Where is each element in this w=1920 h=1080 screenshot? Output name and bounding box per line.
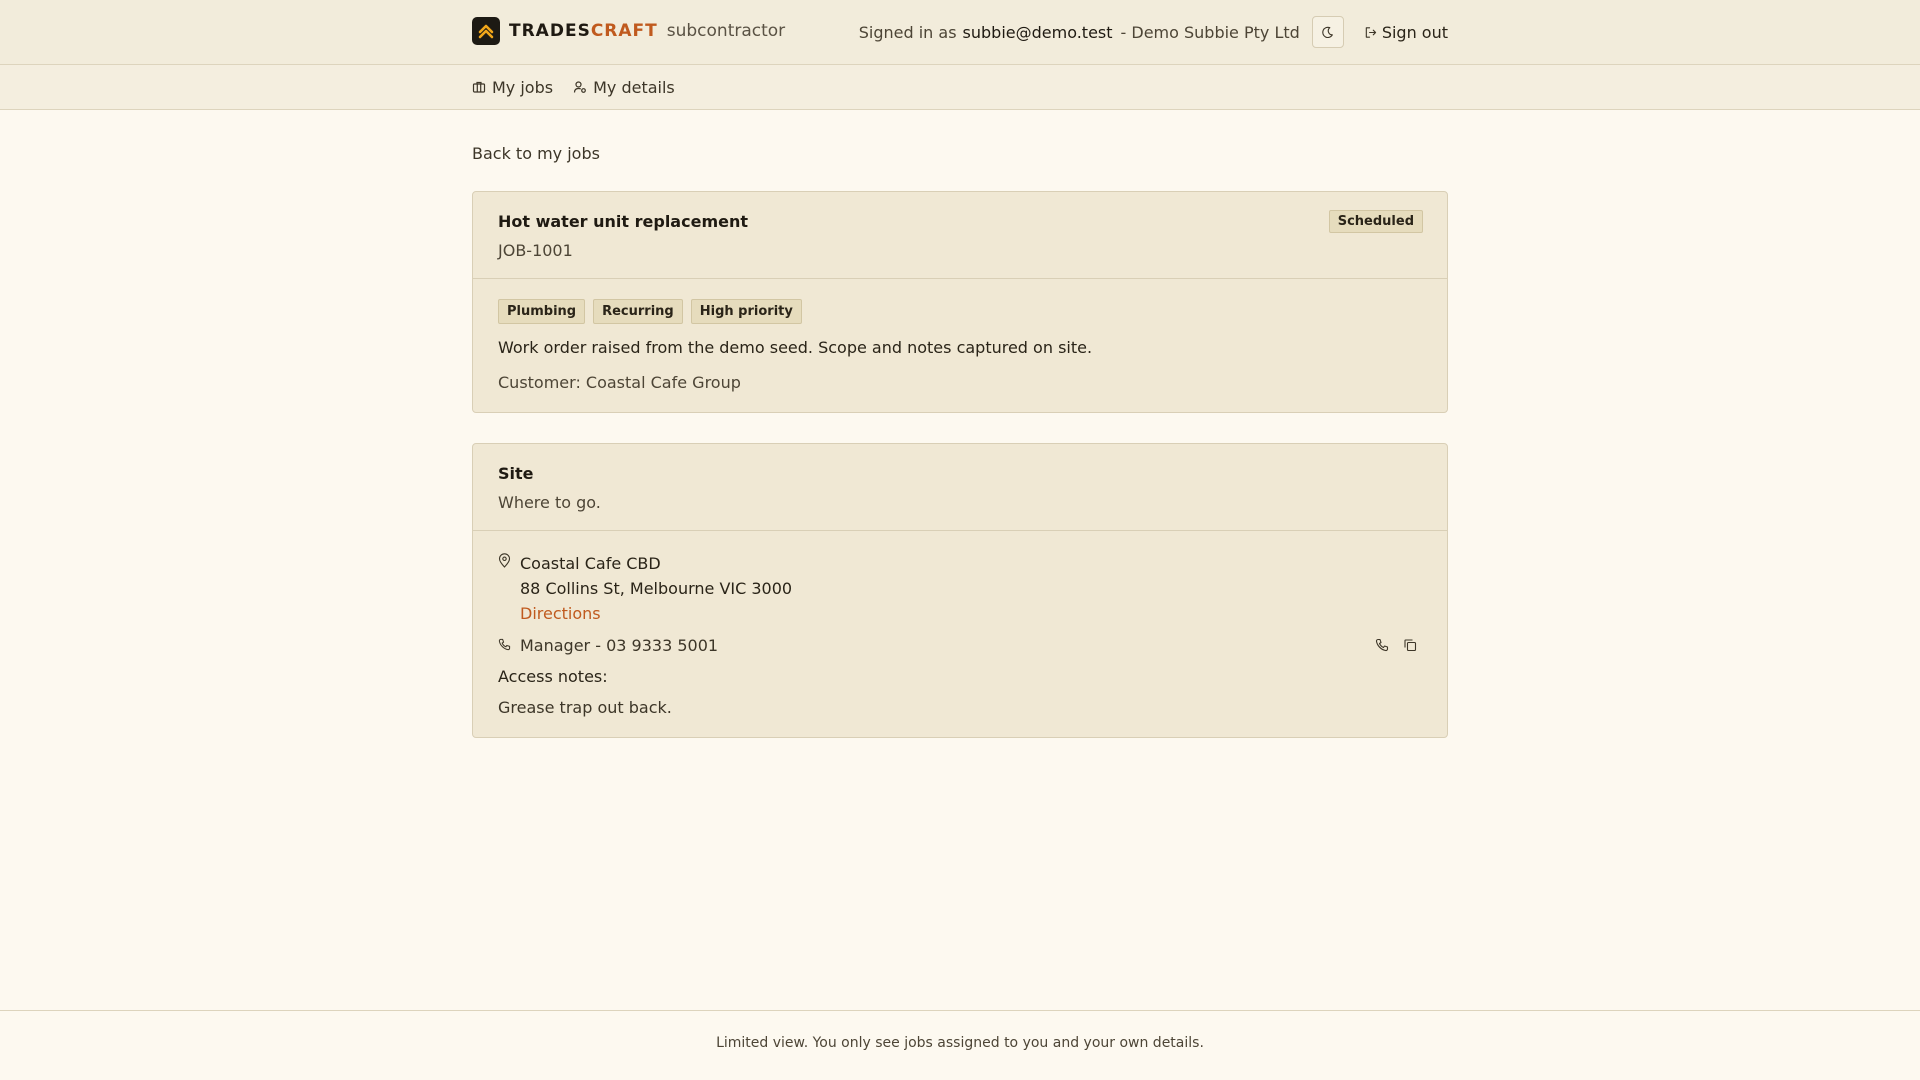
status-badge: Scheduled — [1328, 210, 1423, 233]
address-lines: Coastal Cafe CBD 88 Collins St, Melbourn… — [520, 551, 792, 626]
job-customer: Customer: Coastal Cafe Group — [498, 373, 741, 392]
job-id: JOB-1001 — [498, 241, 573, 260]
tag-high-priority: High priority — [690, 299, 802, 324]
phone-icon — [1375, 638, 1389, 652]
site-card: Site Where to go. Coastal Cafe CBD 88 Co… — [472, 443, 1448, 738]
nav-item-my-details[interactable]: My details — [573, 78, 675, 97]
site-contact-row: Manager - 03 9333 5001 — [498, 636, 1423, 655]
brand[interactable]: TRADESCRAFT subcontractor — [472, 17, 785, 45]
site-subtitle: Where to go. — [498, 493, 601, 512]
site-address: Coastal Cafe CBD 88 Collins St, Melbourn… — [498, 551, 1423, 626]
phone-icon — [498, 636, 520, 655]
site-card-body: Coastal Cafe CBD 88 Collins St, Melbourn… — [473, 531, 1447, 737]
user-email: subbie@demo.test — [962, 22, 1113, 42]
job-description: Work order raised from the demo seed. Sc… — [498, 338, 1093, 357]
sign-out-icon — [1365, 26, 1376, 38]
contact-actions — [1361, 638, 1417, 652]
site-title: Site — [498, 464, 534, 483]
theme-toggle-button[interactable] — [1311, 16, 1344, 48]
site-street-address: 88 Collins St, Melbourne VIC 3000 — [520, 579, 793, 598]
signed-in-label: Signed in as — [858, 22, 957, 42]
directions-link[interactable]: Directions — [520, 601, 792, 626]
copy-button[interactable] — [1403, 638, 1417, 652]
map-pin-icon — [498, 551, 520, 626]
access-notes-text: Grease trap out back. — [498, 698, 672, 717]
briefcase-icon — [472, 81, 486, 93]
nav-item-label: My jobs — [492, 77, 554, 97]
user-gear-icon — [573, 81, 586, 93]
site-card-header: Site Where to go. — [473, 444, 1447, 531]
access-notes-label: Access notes: — [498, 667, 608, 686]
moon-icon — [1322, 26, 1334, 38]
user-box: Signed in as subbie@demo.test - Demo Sub… — [859, 16, 1448, 48]
job-card-body: Plumbing Recurring High priority Work or… — [473, 279, 1447, 412]
footer: Limited view. You only see jobs assigned… — [0, 1010, 1920, 1080]
brand-subtitle: subcontractor — [666, 21, 786, 41]
user-company: - Demo Subbie Pty Ltd — [1120, 22, 1300, 42]
nav-item-my-jobs[interactable]: My jobs — [472, 78, 553, 97]
brand-name: TRADESCRAFT — [509, 21, 658, 41]
tradescraft-logo-icon — [472, 17, 500, 45]
tag-list: Plumbing Recurring High priority — [498, 299, 1423, 324]
tag-plumbing: Plumbing — [498, 299, 586, 324]
footer-text: Limited view. You only see jobs assigned… — [716, 1035, 1204, 1051]
job-title: Hot water unit replacement — [498, 212, 748, 231]
job-card: Hot water unit replacement JOB-1001 Sche… — [472, 191, 1448, 413]
call-button[interactable] — [1375, 638, 1389, 652]
job-card-header: Hot water unit replacement JOB-1001 Sche… — [473, 192, 1447, 279]
tag-recurring: Recurring — [593, 299, 683, 324]
sub-nav: My jobs My details — [0, 65, 1920, 110]
sign-out-button[interactable]: Sign out — [1364, 23, 1448, 42]
nav-item-label: My details — [593, 77, 675, 97]
copy-icon — [1404, 639, 1417, 652]
site-name: Coastal Cafe CBD — [520, 554, 661, 573]
sign-out-label: Sign out — [1381, 22, 1448, 42]
site-contact: Manager - 03 9333 5001 — [520, 636, 719, 655]
back-to-jobs-link[interactable]: Back to my jobs — [472, 144, 600, 163]
top-bar: TRADESCRAFT subcontractor Signed in as s… — [0, 0, 1920, 65]
